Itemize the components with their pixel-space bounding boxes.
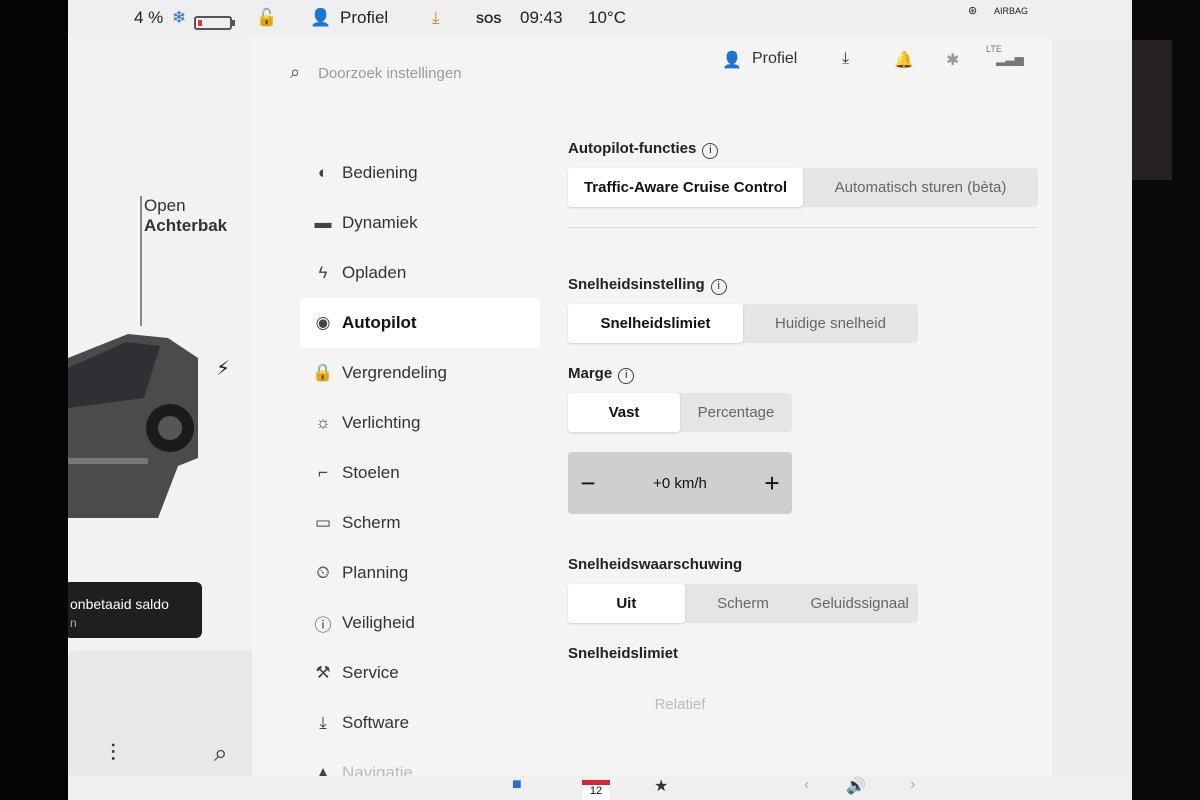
menu-item-autopilot[interactable]: ◉ Autopilot <box>300 298 540 348</box>
download-icon: ⤓ <box>319 713 327 732</box>
calendar-app-icon[interactable]: 12 <box>582 780 610 800</box>
menu-item-scherm[interactable]: ▭ Scherm <box>300 498 540 548</box>
volume-down-chevron-icon[interactable]: ‹ <box>804 776 809 794</box>
option-screen[interactable]: Scherm <box>685 584 802 623</box>
profile-label[interactable]: Profiel <box>340 8 388 28</box>
settings-search-input[interactable]: ⌕ Doorzoek instellingen <box>290 62 462 83</box>
trunk-indicator-line <box>140 196 142 326</box>
bolt-icon: ϟ <box>318 263 328 282</box>
option-autosteer[interactable]: Automatisch sturen (bèta) <box>803 168 1038 207</box>
quick-controls-card <box>68 650 278 780</box>
info-icon[interactable]: i <box>618 368 635 384</box>
search-icon: ⌕ <box>290 62 301 82</box>
sliders-icon[interactable]: ⫶ <box>110 740 116 768</box>
option-off[interactable]: Uit <box>568 584 685 623</box>
screen-bezel-right <box>1132 0 1200 800</box>
wrench-icon: ⚒ <box>315 663 331 682</box>
menu-item-vergrendeling[interactable]: 🔒 Vergrendeling <box>300 348 540 398</box>
profile-icon[interactable]: 👤 <box>722 50 742 70</box>
airbag-icon: ⊛ <box>968 5 978 17</box>
software-update-icon[interactable]: ⤓ <box>432 8 440 28</box>
menu-item-opladen[interactable]: ϟ Opladen <box>300 248 540 298</box>
menu-item-service[interactable]: ⚒ Service <box>300 648 540 698</box>
unpaid-balance-alert[interactable]: onbetaaid saldo n <box>68 582 202 638</box>
margin-title: Marge i <box>568 363 1038 385</box>
airbag-label: AIRBAG <box>994 6 1029 16</box>
autopilot-features-selector: Traffic-Aware Cruise Control Automatisch… <box>568 168 1038 207</box>
sun-icon: ☼ <box>315 413 331 432</box>
signal-icon: ▂▃▅ <box>996 52 1024 66</box>
sos-label[interactable]: SOS <box>476 12 501 26</box>
settings-menu: ◐ Bediening ▬ Dynamiek ϟ Opladen ◉ Autopilot… <box>300 148 540 798</box>
info-icon[interactable]: i <box>702 143 719 159</box>
speed-offset-value: +0 km/h <box>653 474 707 492</box>
autopilot-features-title: Autopilot-functies i <box>568 138 1038 160</box>
option-fixed[interactable]: Vast <box>568 393 680 432</box>
car-image <box>68 334 198 518</box>
option-speed-limit[interactable]: Snelheidslimiet <box>568 304 743 343</box>
speed-warning-title: Snelheidswaarschuwing <box>568 556 743 573</box>
option-current-speed[interactable]: Huidige snelheid <box>743 304 918 343</box>
bluetooth-app-icon[interactable]: ■ <box>512 776 522 794</box>
toggle-icon: ◐ <box>317 163 329 182</box>
menu-item-dynamiek[interactable]: ▬ Dynamiek <box>300 198 540 248</box>
option-traffic-aware-cruise-control[interactable]: Traffic-Aware Cruise Control <box>568 168 803 207</box>
snowflake-icon: ❄ <box>172 8 187 27</box>
menu-item-verlichting[interactable]: ☼ Verlichting <box>300 398 540 448</box>
menu-item-bediening[interactable]: ◐ Bediening <box>300 148 540 198</box>
margin-selector: Vast Percentage <box>568 393 792 432</box>
speed-setting-selector: Snelheidslimiet Huidige snelheid <box>568 304 918 343</box>
volume-icon[interactable]: 🔊 <box>846 776 866 796</box>
speed-offset-stepper: − +0 km/h + <box>568 452 792 514</box>
lock-icon: 🔒 <box>312 363 334 382</box>
car-icon: ▬ <box>314 213 332 232</box>
open-trunk-button[interactable]: Open Achterbak <box>144 196 227 236</box>
increase-offset-button[interactable]: + <box>752 468 792 499</box>
speed-setting-title: Snelheidsinstelling i <box>568 274 1038 296</box>
bluetooth-icon[interactable]: ✱ <box>946 50 959 70</box>
battery-icon <box>194 16 232 30</box>
seat-icon: ⌐ <box>318 463 328 482</box>
alert-icon: ⓘ <box>314 615 332 635</box>
status-bar: 4 % ❄ 🔓 👤 Profiel ⤓ SOS 09:43 10°C ⊛ AIR… <box>68 0 1132 38</box>
screen-icon: ▭ <box>314 513 332 532</box>
section-divider <box>568 227 1038 228</box>
speed-limit-title: Snelheidslimiet <box>568 645 679 662</box>
search-icon[interactable]: ⌕ <box>214 740 227 768</box>
option-percentage[interactable]: Percentage <box>680 393 792 432</box>
profile-label[interactable]: Profiel <box>752 50 797 68</box>
decrease-offset-button[interactable]: − <box>568 468 608 499</box>
screen-bezel-left <box>0 0 68 800</box>
unlock-icon[interactable]: 🔓 <box>256 8 277 28</box>
autopilot-settings-content: Autopilot-functies i Traffic-Aware Cruise… <box>568 138 1038 744</box>
battery-percent: 4 % <box>134 8 164 27</box>
clock: 09:43 <box>520 8 563 27</box>
menu-item-software[interactable]: ⤓ Software <box>300 698 540 748</box>
charging-bolt-icon: ⚡ <box>216 358 231 380</box>
info-icon[interactable]: i <box>710 279 727 295</box>
steering-wheel-icon: ◉ <box>315 313 331 332</box>
speed-limit-selector: Relatief <box>568 685 792 724</box>
temperature: 10°C <box>588 8 626 27</box>
profile-icon[interactable]: 👤 <box>310 8 331 28</box>
option-sound[interactable]: Geluidssignaal <box>801 584 918 623</box>
speed-warning-selector: Uit Scherm Geluidssignaal <box>568 584 918 623</box>
toybox-app-icon[interactable]: ★ <box>654 776 668 796</box>
clock-icon: ⏲ <box>316 563 330 582</box>
menu-item-veiligheid[interactable]: ⓘ Veiligheid <box>300 598 540 648</box>
option-relative[interactable]: Relatief <box>568 685 792 724</box>
volume-up-chevron-icon[interactable]: › <box>910 776 915 794</box>
menu-item-stoelen[interactable]: ⌐ Stoelen <box>300 448 540 498</box>
touchscreen: 4 % ❄ 🔓 👤 Profiel ⤓ SOS 09:43 10°C ⊛ AIR… <box>68 0 1132 800</box>
menu-item-planning[interactable]: ⏲ Planning <box>300 548 540 598</box>
bell-icon[interactable]: 🔔 <box>894 50 914 70</box>
software-update-icon[interactable]: ⤓ <box>842 50 849 68</box>
